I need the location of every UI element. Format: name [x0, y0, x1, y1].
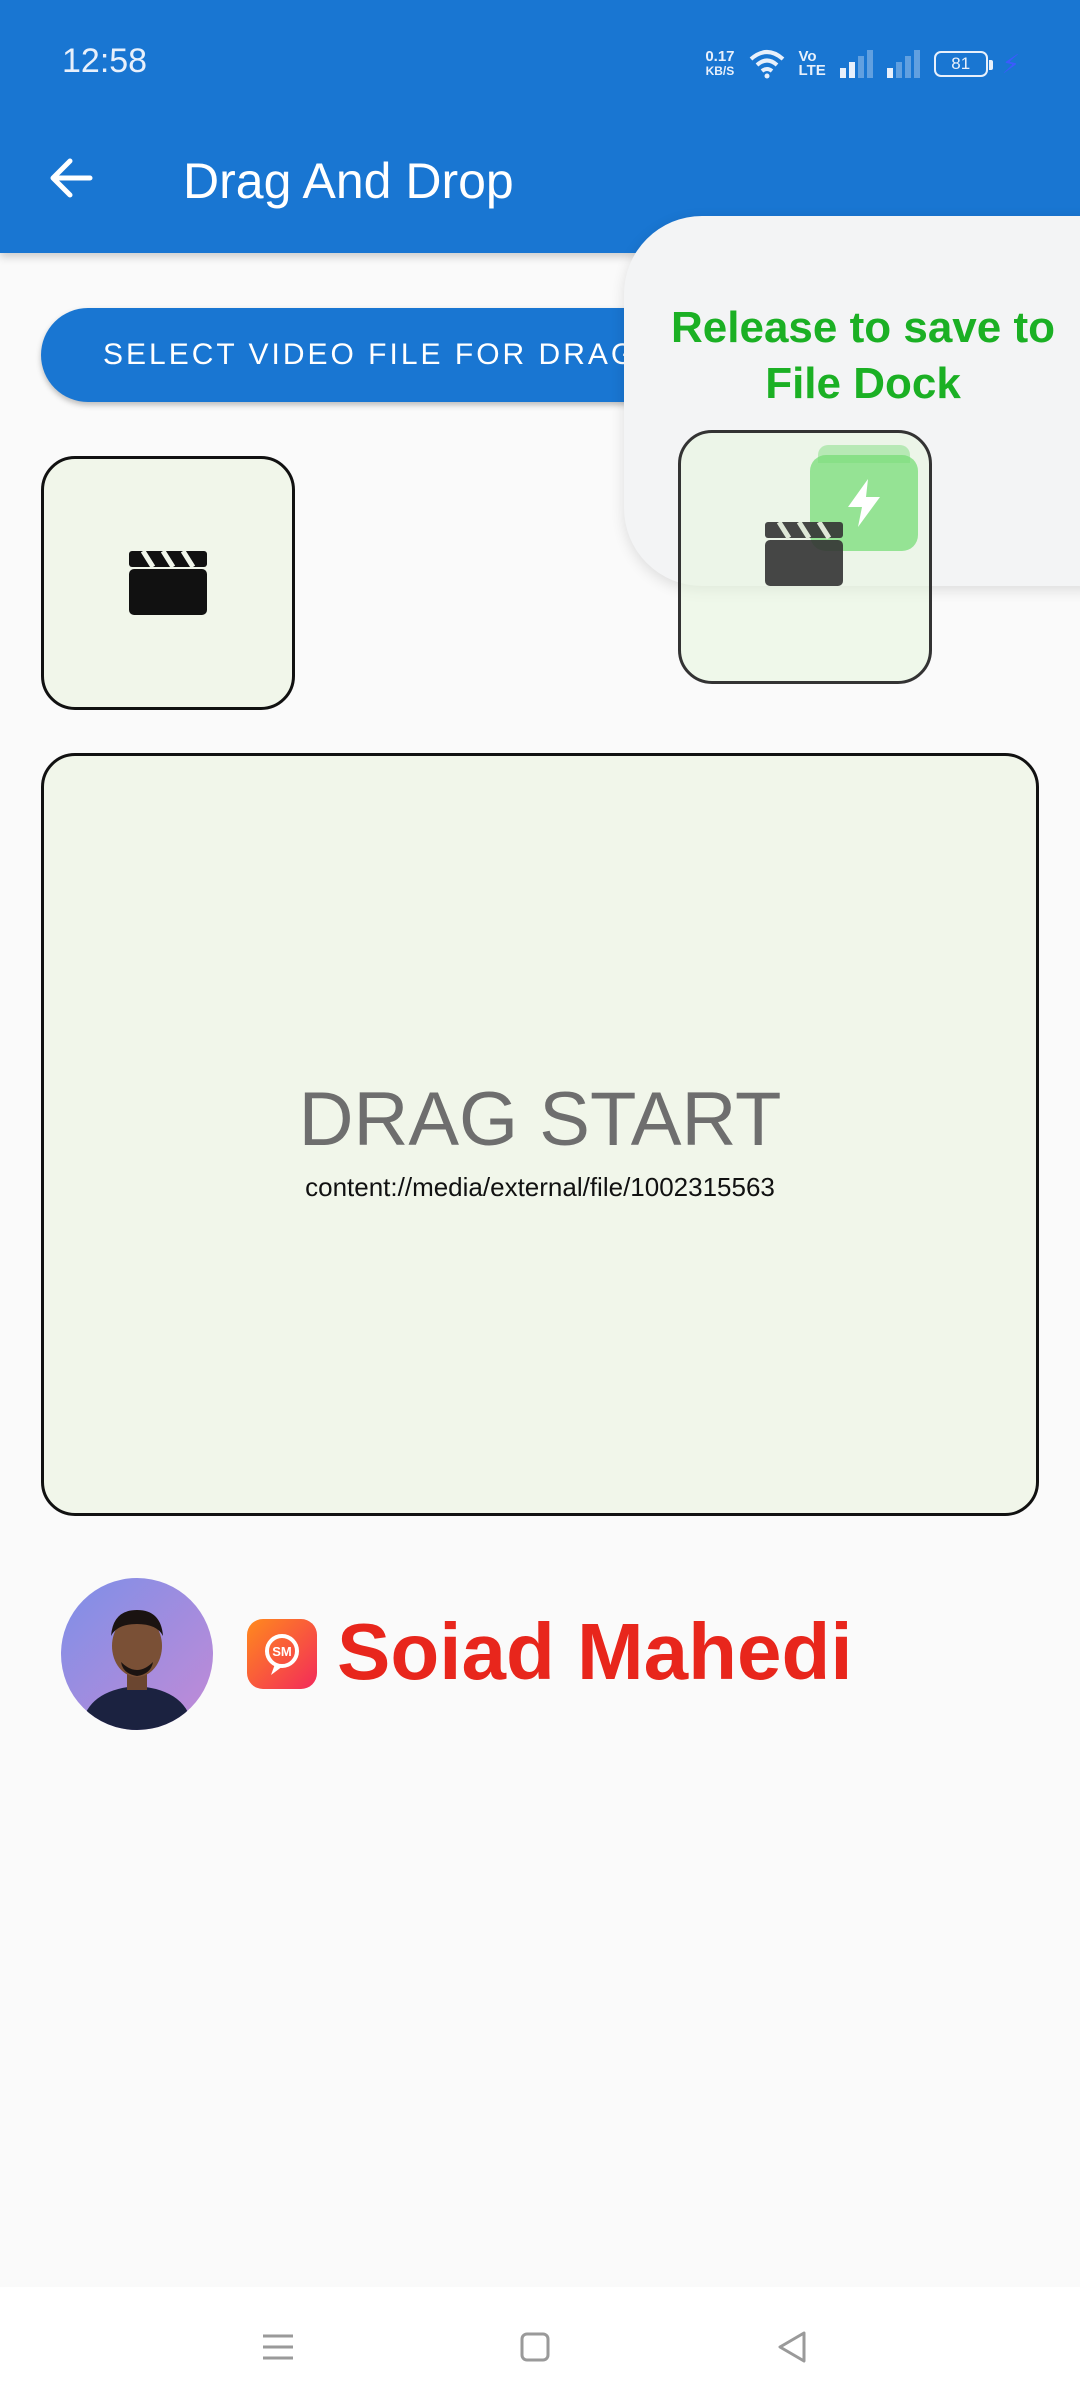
drop-area[interactable]: DRAG START content://media/external/file…: [41, 753, 1039, 1516]
status-time: 12:58: [62, 42, 148, 80]
drag-status-title: DRAG START: [298, 1077, 782, 1162]
network-speed-value: 0.17: [705, 48, 735, 65]
wifi-icon: [749, 50, 784, 79]
video-thumbnail[interactable]: [41, 456, 295, 710]
clapperboard-icon: [129, 551, 207, 615]
charging-icon: ⚡: [1001, 48, 1020, 79]
navigation-bar: [0, 2287, 1080, 2400]
signal-strength-icon-2: [886, 50, 920, 78]
person-icon: [81, 1610, 193, 1730]
brand-logo-text: SM: [272, 1644, 292, 1659]
lightning-icon: [848, 479, 880, 527]
clapperboard-icon-ghost: [765, 522, 843, 586]
brand-logo: SM: [247, 1619, 317, 1689]
author-name: Soiad Mahedi: [337, 1607, 853, 1696]
home-icon[interactable]: [505, 2317, 565, 2377]
avatar: [61, 1578, 213, 1730]
menu-icon[interactable]: [248, 2317, 308, 2377]
file-dock-message: Release to save to File Dock: [671, 303, 1055, 408]
status-icons: 0.17 KB/S Vo LTE 81 ⚡: [705, 44, 1020, 84]
battery-icon: 81: [933, 51, 993, 77]
back-triangle-icon[interactable]: [762, 2317, 822, 2377]
volte-bottom: LTE: [798, 62, 826, 79]
chat-bubble-icon: SM: [265, 1634, 299, 1675]
network-speed: 0.17 KB/S: [705, 49, 734, 79]
signal-strength-icon: [839, 50, 873, 78]
volte-indicator: Vo LTE: [798, 49, 826, 79]
network-speed-unit: KB/S: [705, 64, 735, 78]
drag-uri: content://media/external/file/1002315563: [305, 1172, 775, 1202]
page-title: Drag And Drop: [183, 153, 514, 209]
arrow-left-icon[interactable]: [42, 148, 102, 208]
